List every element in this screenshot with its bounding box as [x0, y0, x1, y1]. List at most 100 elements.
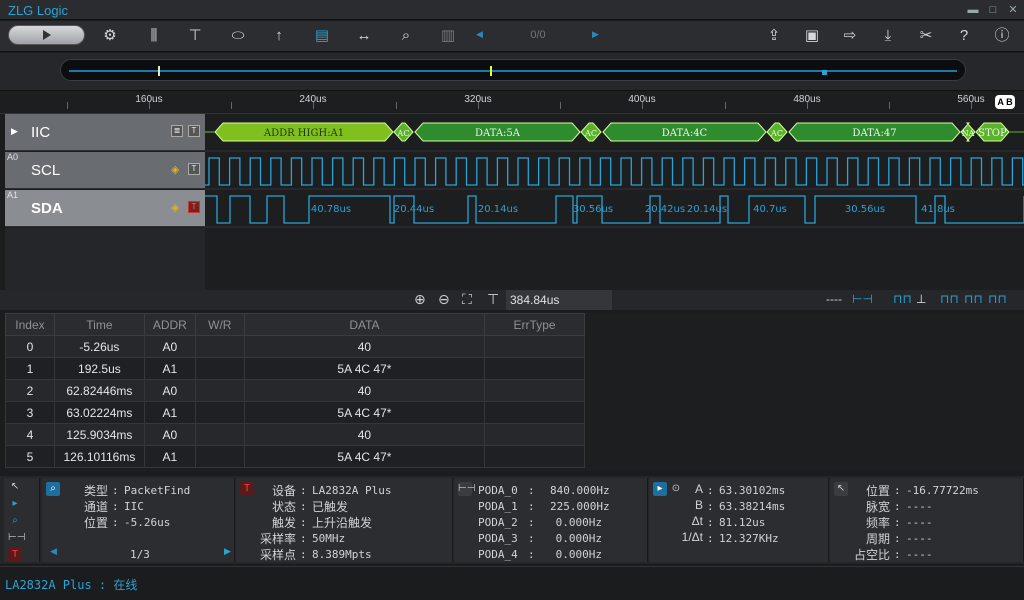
overview-marker-start [158, 66, 160, 76]
close-button[interactable]: ✕ [1006, 3, 1020, 17]
info-icon[interactable]: ⓘ [990, 25, 1014, 47]
download-icon[interactable]: ⤓ [876, 25, 900, 47]
column-header-data[interactable]: DATA [243, 313, 486, 336]
cursor-icon[interactable]: ▸ [8, 497, 22, 511]
inverse-delta-value: 12.327KHz [719, 532, 779, 545]
trigger-set-icon-active[interactable]: T [188, 201, 200, 213]
maximize-button[interactable]: □ [986, 3, 1000, 17]
cell-time: 126.10116ms [53, 445, 145, 468]
tools-icon[interactable]: ✂ [914, 25, 938, 47]
channel-row-iic[interactable]: ▶ IIC ≣ T [5, 114, 205, 151]
column-header-time[interactable]: Time [53, 313, 145, 336]
table-row[interactable]: 4 125.9034ms A0 40 [5, 423, 585, 446]
pointer-icon[interactable]: ↖ [8, 480, 22, 494]
run-button[interactable] [8, 25, 85, 45]
cursor-icon[interactable]: ▸ [653, 482, 667, 496]
cell-index: 0 [5, 335, 55, 358]
ab-cursor-badge[interactable]: A B [995, 95, 1015, 109]
toolbar: ⚙ ⫼ ⊤ ⬭ ↑ ▤ ↔ ⌕ ▥ ◀ 0/0 ▶ ⇪ ▣ ⇨ ⤓ ✂ ? ⓘ [0, 21, 1024, 52]
marker-icon[interactable]: ▥ [436, 25, 460, 47]
measure-width-icon[interactable]: ↔ [352, 25, 376, 47]
edge-diamond-icon[interactable]: ◈ [171, 163, 179, 176]
channel-row-scl[interactable]: A0 SCL ◈ T [5, 152, 205, 189]
dash-icon[interactable]: ---- [826, 292, 842, 306]
next-result-icon[interactable]: ▶ [224, 546, 231, 557]
settings-icon[interactable]: ⚙ [98, 25, 122, 47]
open-icon[interactable]: ⇪ [762, 25, 786, 47]
pulse-falling-icon[interactable]: ⊓⊓ [988, 292, 1007, 306]
type-value: PacketFind [124, 484, 191, 497]
zoom-out-icon[interactable]: ⊖ [438, 291, 450, 308]
search-icon[interactable]: ⌕ [46, 482, 60, 496]
edge-diamond-icon[interactable]: ◈ [171, 201, 179, 214]
table-row[interactable]: 3 63.02224ms A1 5A 4C 47* [5, 401, 585, 424]
search-icon[interactable]: ⌕ [394, 25, 418, 47]
save-icon[interactable]: ▣ [800, 25, 824, 47]
waveform-area[interactable]: ADDR HIGH:A1 AC DATA:5A AC DATA:4C AC DATA:47 N… [205, 114, 1024, 290]
table-row[interactable]: 1 192.5us A1 5A 4C 47* [5, 357, 585, 380]
cell-errtype [484, 379, 585, 402]
zoom-in-icon[interactable]: ⊕ [414, 291, 426, 308]
channel-list-empty [5, 228, 205, 290]
cell-data: 5A 4C 47* [243, 357, 486, 380]
protocol-icon[interactable]: ⬭ [226, 25, 250, 47]
pointer-icon[interactable]: ↖ [834, 482, 848, 496]
title-bar: ZLG Logic ▬ □ ✕ [0, 0, 1024, 20]
cell-data: 40 [243, 379, 486, 402]
search-icon[interactable]: ⌕ [8, 514, 22, 528]
table-side-empty [585, 313, 1024, 471]
position-value: -16.77722ms [906, 484, 979, 497]
measure-icon[interactable]: ⊢⊣ [458, 482, 475, 496]
measure-icon[interactable]: ⊢⊣ [8, 531, 25, 545]
probe-icon[interactable]: ⫼ [142, 25, 166, 47]
table-row[interactable]: 0 -5.26us A0 40 [5, 335, 585, 358]
column-header-wr[interactable]: W/R [194, 313, 245, 336]
freq-name: PODA_1 [478, 500, 518, 513]
iic-packet-label: AC [584, 129, 597, 138]
minimize-button[interactable]: ▬ [966, 3, 980, 17]
cursor-t-icon[interactable]: ⊤ [487, 291, 499, 308]
measure-span-icon[interactable]: ⊢⊣ [852, 292, 873, 306]
edge-icon[interactable]: ↑ [267, 25, 291, 47]
list-icon[interactable]: ≣ [171, 125, 183, 137]
trigger-icon[interactable]: T [8, 548, 22, 562]
position-value: -5.26us [124, 516, 171, 529]
export-icon[interactable]: ⇨ [838, 25, 862, 47]
column-header-addr[interactable]: ADDR [143, 313, 196, 336]
sda-measurement-label: 30.56us [573, 204, 613, 215]
column-header-errtype[interactable]: ErrType [484, 313, 585, 336]
prev-result-icon[interactable]: ◀ [50, 546, 57, 557]
expand-icon[interactable]: ▶ [11, 126, 18, 137]
sda-measurement-label: 20.44us [394, 204, 434, 215]
cell-index: 5 [5, 445, 55, 468]
cursor-a-label: A [694, 482, 703, 496]
help-icon[interactable]: ? [952, 25, 976, 47]
device-panel: T 设备 : LA2832A Plus 状态 : 已触发 触发 : 上升沿触发 … [236, 478, 453, 562]
cell-addr: A1 [143, 401, 196, 424]
pulse-low-icon[interactable]: ⊓⊓ [893, 292, 912, 306]
cell-index: 2 [5, 379, 55, 402]
decode-icon[interactable]: ▤ [310, 25, 334, 47]
fit-icon[interactable]: ⛶ [462, 291, 472, 308]
trigger-set-icon[interactable]: T [188, 163, 200, 175]
channel-row-sda[interactable]: A1 SDA ◈ T [5, 190, 205, 227]
freq-value: 0.000Hz [555, 532, 602, 545]
table-row[interactable]: 2 62.82446ms A0 40 [5, 379, 585, 402]
duty-value: ---- [906, 548, 933, 561]
channel-name: IIC [31, 124, 51, 141]
state-value: 已触发 [312, 500, 349, 514]
freq-name: PODA_2 [478, 516, 518, 529]
trigger-icon[interactable]: ⊤ [183, 25, 207, 47]
freq-value: 225.000Hz [550, 500, 610, 513]
table-row[interactable]: 5 126.10116ms A1 5A 4C 47* [5, 445, 585, 468]
column-header-index[interactable]: Index [5, 313, 55, 336]
trigger-set-icon[interactable]: T [188, 125, 200, 137]
sda-measurement-label: 41.8us [921, 204, 955, 215]
prev-page-icon[interactable]: ◀ [476, 29, 483, 40]
pulse-high-icon[interactable]: ⊓⊓ [940, 292, 959, 306]
overview-scroll-track[interactable] [60, 59, 966, 81]
next-page-icon[interactable]: ▶ [592, 29, 599, 40]
pulse-any-icon[interactable]: ⊓⊓ [964, 292, 983, 306]
sda-measurement-label: 20.14us [478, 204, 518, 215]
rising-edge-icon[interactable]: ⊥ [916, 292, 926, 306]
